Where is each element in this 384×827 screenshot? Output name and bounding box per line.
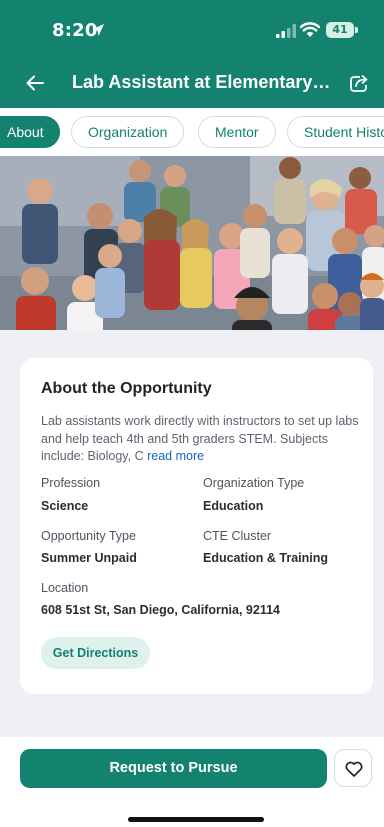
battery-indicator: 41: [326, 22, 354, 38]
opp-type-label: Opportunity Type: [41, 529, 136, 543]
cte-label: CTE Cluster: [203, 529, 272, 543]
wifi-icon: [300, 22, 320, 37]
share-icon[interactable]: [348, 72, 370, 94]
page-title: Lab Assistant at Elementary In...: [72, 72, 334, 92]
org-type-value: Education: [203, 499, 264, 513]
cell-signal-icon: [276, 24, 296, 38]
read-more-link[interactable]: read more: [147, 449, 204, 463]
profession-label: Profession: [41, 476, 101, 490]
opp-type-value: Summer Unpaid: [41, 551, 137, 565]
bottom-action-bar: Request to Pursue: [0, 737, 384, 827]
heart-icon: [345, 761, 363, 777]
org-type-label: Organization Type: [203, 476, 305, 490]
tab-bar: About Organization Mentor Student Histor…: [0, 108, 384, 156]
tab-organization[interactable]: Organization: [71, 116, 185, 148]
cte-value: Education & Training: [203, 551, 329, 565]
location-arrow-icon: [92, 24, 104, 36]
home-indicator: [128, 817, 264, 822]
about-description: Lab assistants work directly with instru…: [41, 413, 361, 466]
arrow-left-icon[interactable]: [24, 72, 46, 94]
location-label: Location: [41, 581, 89, 595]
tab-student-history[interactable]: Student History: [287, 116, 384, 148]
app-header: Lab Assistant at Elementary In...: [0, 60, 384, 108]
tab-about[interactable]: About: [0, 116, 60, 148]
get-directions-button[interactable]: Get Directions: [41, 637, 150, 669]
tab-mentor[interactable]: Mentor: [198, 116, 276, 148]
status-bar: 8:20 41: [0, 0, 384, 60]
profession-value: Science: [41, 499, 89, 513]
about-card: About the Opportunity Lab assistants wor…: [20, 358, 373, 694]
request-to-pursue-button[interactable]: Request to Pursue: [20, 749, 327, 788]
battery-tip: [355, 27, 358, 33]
hero-photo: [0, 156, 384, 330]
location-value: 608 51st St, San Diego, California, 9211…: [41, 603, 280, 617]
about-title: About the Opportunity: [41, 380, 212, 397]
favorite-button[interactable]: [334, 749, 372, 787]
